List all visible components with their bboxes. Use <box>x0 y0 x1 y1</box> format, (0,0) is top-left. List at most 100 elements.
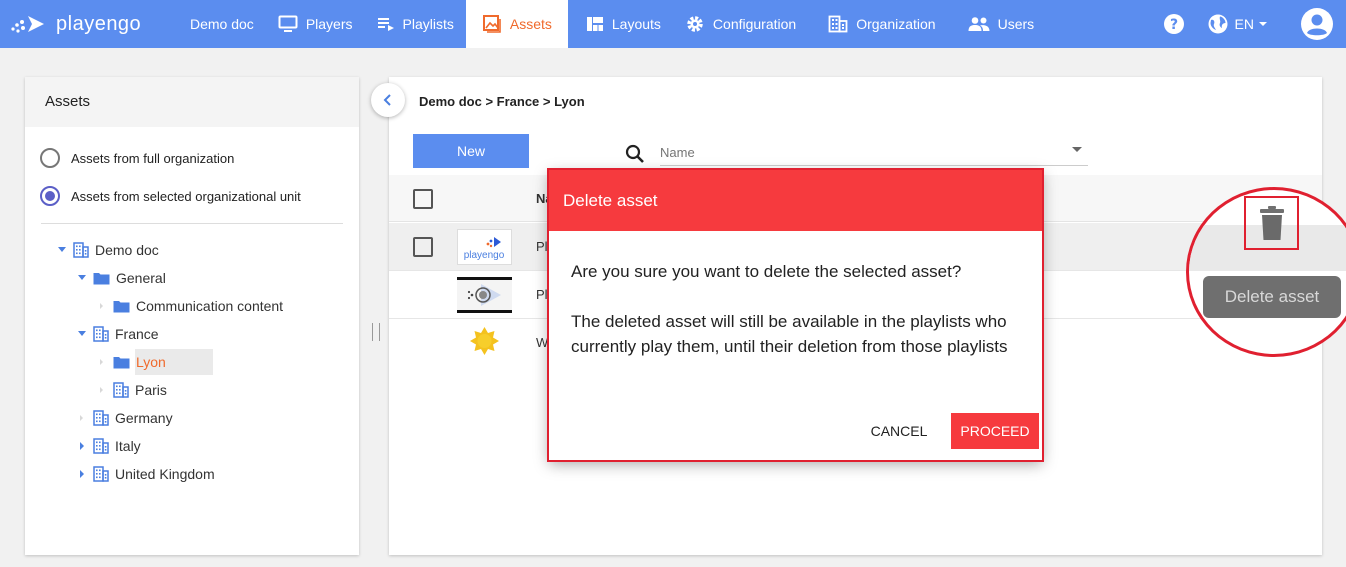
language-selector[interactable]: EN <box>1207 13 1268 35</box>
radio-button-checked[interactable] <box>40 186 60 206</box>
search-icon <box>625 144 644 163</box>
globe-icon <box>1208 14 1228 34</box>
search-name-input[interactable] <box>660 140 1088 166</box>
chevron-down-icon <box>1259 22 1267 26</box>
folder-icon <box>113 355 130 369</box>
radio-selected-unit[interactable]: Assets from selected organizational unit <box>25 177 359 215</box>
playengo-logo[interactable]: playengo <box>10 13 170 36</box>
radio-label: Assets from full organization <box>71 150 235 166</box>
tree-item-united-kingdom[interactable]: United Kingdom <box>25 460 359 488</box>
svg-text:playengo: playengo <box>464 250 505 261</box>
tree-label: General <box>116 270 166 286</box>
nav-layouts[interactable]: Layouts <box>568 0 673 48</box>
tree-item-lyon[interactable]: Lyon <box>25 348 359 376</box>
nav-label: Demo doc <box>190 16 254 32</box>
caret-right-icon[interactable] <box>75 413 89 423</box>
caret-right-icon[interactable] <box>95 385 109 395</box>
delete-asset-tooltip: Delete asset <box>1203 276 1341 318</box>
image-icon <box>482 15 501 33</box>
tree-label: France <box>115 326 159 342</box>
nav-configuration[interactable]: Configuration <box>673 0 808 48</box>
cancel-button[interactable]: CANCEL <box>862 419 936 443</box>
tree-item-communication-content[interactable]: Communication content <box>25 292 359 320</box>
building-icon <box>93 438 109 454</box>
tree-item-italy[interactable]: Italy <box>25 432 359 460</box>
tree-label: Communication content <box>136 298 284 314</box>
delete-asset-button[interactable] <box>1244 196 1299 250</box>
nav-label: Configuration <box>712 16 797 32</box>
nav-label: Users <box>997 16 1035 32</box>
nav-label: Assets <box>509 16 552 32</box>
nav-label: Layouts <box>611 16 661 32</box>
building-icon <box>93 326 109 342</box>
organization-tree: Demo doc General Communication content F… <box>25 224 359 488</box>
caret-right-icon[interactable] <box>75 441 89 451</box>
radio-label: Assets from selected organizational unit <box>71 188 301 204</box>
new-asset-button[interactable]: New <box>413 134 529 168</box>
radio-button[interactable] <box>40 148 60 168</box>
caret-down-icon[interactable] <box>55 247 69 253</box>
panel-title: Assets <box>25 77 359 127</box>
dropdown-arrow-icon[interactable] <box>1071 146 1083 153</box>
language-code: EN <box>1234 16 1254 32</box>
row-checkbox[interactable] <box>413 237 433 257</box>
select-all-checkbox[interactable] <box>413 189 433 209</box>
caret-down-icon[interactable] <box>75 275 89 281</box>
nav-label: Playlists <box>402 16 454 32</box>
caret-down-icon[interactable] <box>75 331 89 337</box>
tree-item-germany[interactable]: Germany <box>25 404 359 432</box>
panel-resize-handle[interactable] <box>372 323 380 341</box>
nav-players[interactable]: Players <box>266 0 365 48</box>
logo-icon <box>11 16 44 33</box>
building-icon <box>93 410 109 426</box>
help-icon[interactable]: ? <box>1163 13 1185 35</box>
nav-label: Players <box>305 16 353 32</box>
building-icon <box>113 382 129 398</box>
gear-icon <box>687 16 703 32</box>
caret-right-icon[interactable] <box>95 357 109 367</box>
folder-icon <box>113 299 130 313</box>
tree-label: Italy <box>115 438 141 454</box>
building-icon <box>93 466 109 482</box>
nav-playlists[interactable]: Playlists <box>365 0 466 48</box>
dialog-note: The deleted asset will still be availabl… <box>571 312 1008 356</box>
tree-item-general[interactable]: General <box>25 264 359 292</box>
breadcrumb: Demo doc > France > Lyon <box>419 94 585 109</box>
dialog-message: Are you sure you want to delete the sele… <box>571 262 962 281</box>
assets-filter-panel: Assets Assets from full organization Ass… <box>25 77 359 555</box>
nav-right-tools: ? EN <box>1163 0 1346 48</box>
tree-item-france[interactable]: France <box>25 320 359 348</box>
asset-name: Pl <box>536 287 548 302</box>
collapse-panel-button[interactable] <box>371 83 405 117</box>
nav-demo-doc[interactable]: Demo doc <box>178 0 266 48</box>
asset-thumbnail <box>457 277 512 313</box>
tree-label: United Kingdom <box>115 466 215 482</box>
nav-label: Organization <box>856 16 936 32</box>
svg-text:?: ? <box>1169 17 1177 33</box>
caret-right-icon[interactable] <box>95 301 109 311</box>
tree-item-demo-doc[interactable]: Demo doc <box>25 236 359 264</box>
playlist-icon <box>377 18 394 31</box>
monitor-icon <box>278 15 298 32</box>
top-nav-bar: playengo Demo doc Players Playlists Asse… <box>0 0 1346 48</box>
building-icon <box>73 242 89 258</box>
caret-right-icon[interactable] <box>75 469 89 479</box>
nav-assets[interactable]: Assets <box>465 0 568 48</box>
asset-name: Pl <box>536 239 548 254</box>
folder-icon <box>93 271 110 285</box>
dialog-body: Are you sure you want to delete the sele… <box>549 231 1042 359</box>
chevron-left-icon <box>383 94 391 106</box>
tree-label: Demo doc <box>95 242 159 258</box>
users-icon <box>968 17 990 31</box>
nav-organization[interactable]: Organization <box>808 0 947 48</box>
layout-icon <box>586 17 603 31</box>
proceed-button[interactable]: PROCEED <box>951 413 1039 449</box>
tree-label: Germany <box>115 410 173 426</box>
brand-name: playengo <box>56 12 142 35</box>
account-avatar-icon[interactable] <box>1300 7 1334 41</box>
tree-item-paris[interactable]: Paris <box>25 376 359 404</box>
trash-icon <box>1259 206 1284 240</box>
radio-full-organization[interactable]: Assets from full organization <box>25 139 359 177</box>
nav-users[interactable]: Users <box>948 0 1047 48</box>
asset-name: W <box>536 335 549 350</box>
